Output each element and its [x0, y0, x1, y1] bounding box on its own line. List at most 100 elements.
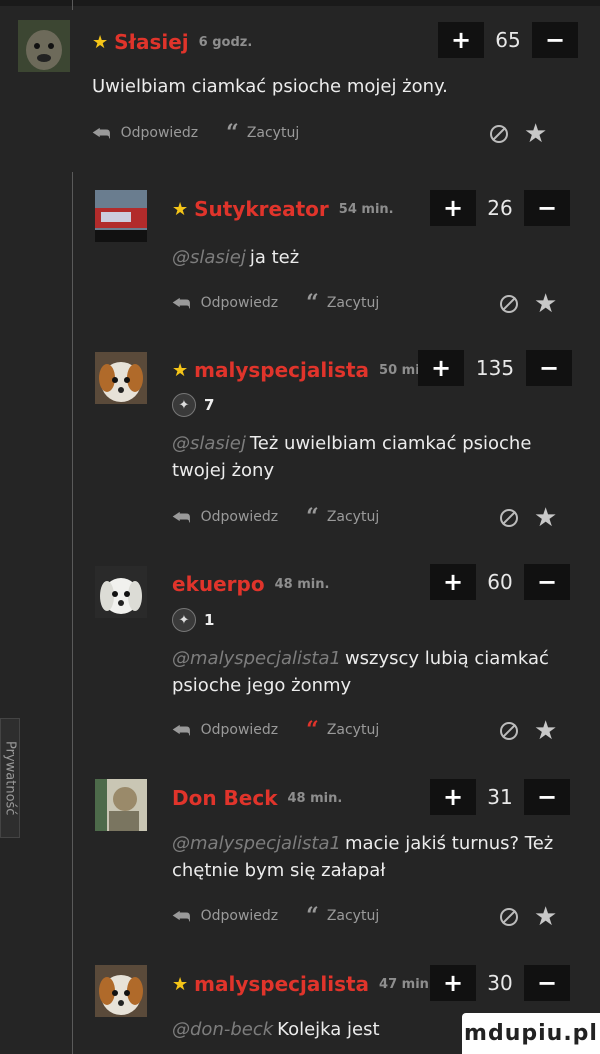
upvote-button[interactable]: + [430, 190, 476, 226]
downvote-button[interactable]: − [524, 779, 570, 815]
quote-icon[interactable]: “ [306, 903, 319, 929]
vote-count: 65 [495, 28, 521, 52]
mention-link[interactable]: @malyspecjalista1 [172, 648, 341, 669]
username[interactable]: Słasiej [114, 30, 189, 54]
mention-link[interactable]: @don-beck [172, 1019, 273, 1040]
quote-icon[interactable]: “ [306, 717, 319, 743]
comment-actions: ⮪ Odpowiedz “ Zacytuj [172, 717, 379, 743]
quote-link[interactable]: Zacytuj [327, 908, 379, 924]
comment-header: ★ Sutykreator 54 min. [172, 197, 394, 221]
downvote-button[interactable]: − [526, 350, 572, 386]
medal-icon: ✦ [172, 608, 196, 632]
avatar[interactable] [95, 965, 147, 1017]
watermark-text: mdupiu.pl [464, 1021, 598, 1046]
comment-text: @malyspecjalista1 wszyscy lubią ciamkać p… [172, 645, 552, 699]
avatar-image [95, 190, 147, 242]
block-icon[interactable] [500, 509, 518, 527]
username[interactable]: malyspecjalista [194, 972, 369, 996]
vote-count: 30 [487, 971, 513, 995]
timestamp: 54 min. [338, 201, 394, 217]
vote-box: + 135 − [418, 350, 572, 386]
vote-count: 60 [487, 570, 513, 594]
avatar[interactable] [18, 20, 70, 72]
reply-link[interactable]: Odpowiedz [201, 509, 279, 525]
reply-icon[interactable]: ⮪ [172, 505, 191, 529]
quote-icon[interactable]: “ [226, 120, 239, 146]
username[interactable]: Don Beck [172, 786, 278, 810]
quote-icon[interactable]: “ [306, 504, 319, 530]
avatar[interactable] [95, 779, 147, 831]
vote-box: + 31 − [430, 779, 570, 815]
privacy-side-tab[interactable]: Prywatność [0, 718, 20, 838]
quote-link[interactable]: Zacytuj [247, 125, 299, 141]
upvote-button[interactable]: + [430, 564, 476, 600]
favorite-star-icon[interactable]: ★ [534, 289, 557, 319]
timestamp: 48 min. [274, 576, 330, 592]
vote-box: + 26 − [430, 190, 570, 226]
vote-count: 135 [475, 356, 515, 380]
comment-body: Kolejka jest [277, 1019, 380, 1040]
avatar-image [18, 20, 70, 72]
avatar[interactable] [95, 566, 147, 618]
thread-line [72, 172, 73, 1054]
username[interactable]: Sutykreator [194, 197, 329, 221]
mention-link[interactable]: @slasiej [172, 433, 246, 454]
quote-link[interactable]: Zacytuj [327, 722, 379, 738]
downvote-button[interactable]: − [524, 965, 570, 1001]
medal-icon: ✦ [172, 393, 196, 417]
avatar[interactable] [95, 190, 147, 242]
reply-icon[interactable]: ⮪ [92, 121, 111, 145]
reply-link[interactable]: Odpowiedz [121, 125, 199, 141]
timestamp: 48 min. [287, 790, 343, 806]
favorite-star-icon[interactable]: ★ [534, 716, 557, 746]
downvote-button[interactable]: − [524, 190, 570, 226]
reply-icon[interactable]: ⮪ [172, 718, 191, 742]
reply-icon[interactable]: ⮪ [172, 904, 191, 928]
username[interactable]: ekuerpo [172, 572, 265, 596]
timestamp: 50 mi [379, 362, 420, 378]
reply-icon[interactable]: ⮪ [172, 291, 191, 315]
block-icon[interactable] [500, 722, 518, 740]
downvote-button[interactable]: − [524, 564, 570, 600]
comment-actions-right: ★ [490, 119, 547, 149]
quote-link[interactable]: Zacytuj [327, 509, 379, 525]
block-icon[interactable] [490, 125, 508, 143]
privacy-tab-label[interactable]: Prywatność [3, 741, 18, 815]
user-badge: ✦ 1 [172, 608, 214, 632]
block-icon[interactable] [500, 295, 518, 313]
mention-link[interactable]: @malyspecjalista1 [172, 833, 341, 854]
block-icon[interactable] [500, 908, 518, 926]
star-icon: ★ [172, 359, 189, 381]
vote-count: 31 [487, 785, 513, 809]
favorite-star-icon[interactable]: ★ [524, 119, 547, 149]
favorite-star-icon[interactable]: ★ [534, 503, 557, 533]
username[interactable]: malyspecjalista [194, 358, 369, 382]
timestamp: 47 min. [379, 976, 434, 992]
avatar-image [95, 965, 147, 1017]
comment-actions: ⮪ Odpowiedz “ Zacytuj [172, 903, 379, 929]
upvote-button[interactable]: + [430, 779, 476, 815]
avatar-image [95, 779, 147, 831]
reply-link[interactable]: Odpowiedz [201, 295, 279, 311]
vote-box: + 60 − [430, 564, 570, 600]
favorite-star-icon[interactable]: ★ [534, 902, 557, 932]
comment-actions-right: ★ [500, 902, 557, 932]
upvote-button[interactable]: + [430, 965, 476, 1001]
vote-box: + 30 − [430, 965, 570, 1001]
comment-actions-right: ★ [500, 289, 557, 319]
quote-icon[interactable]: “ [306, 290, 319, 316]
avatar-image [95, 352, 147, 404]
downvote-button[interactable]: − [532, 22, 578, 58]
comment-actions-right: ★ [500, 503, 557, 533]
quote-link[interactable]: Zacytuj [327, 295, 379, 311]
upvote-button[interactable]: + [438, 22, 484, 58]
avatar[interactable] [95, 352, 147, 404]
thread-line [72, 0, 73, 10]
comment-actions: ⮪ Odpowiedz “ Zacytuj [172, 290, 379, 316]
reply-link[interactable]: Odpowiedz [201, 908, 279, 924]
upvote-button[interactable]: + [418, 350, 464, 386]
reply-link[interactable]: Odpowiedz [201, 722, 279, 738]
comment-text: @don-beck Kolejka jest [172, 1016, 452, 1043]
mention-link[interactable]: @slasiej [172, 247, 246, 268]
comment-actions: ⮪ Odpowiedz “ Zacytuj [92, 120, 299, 146]
